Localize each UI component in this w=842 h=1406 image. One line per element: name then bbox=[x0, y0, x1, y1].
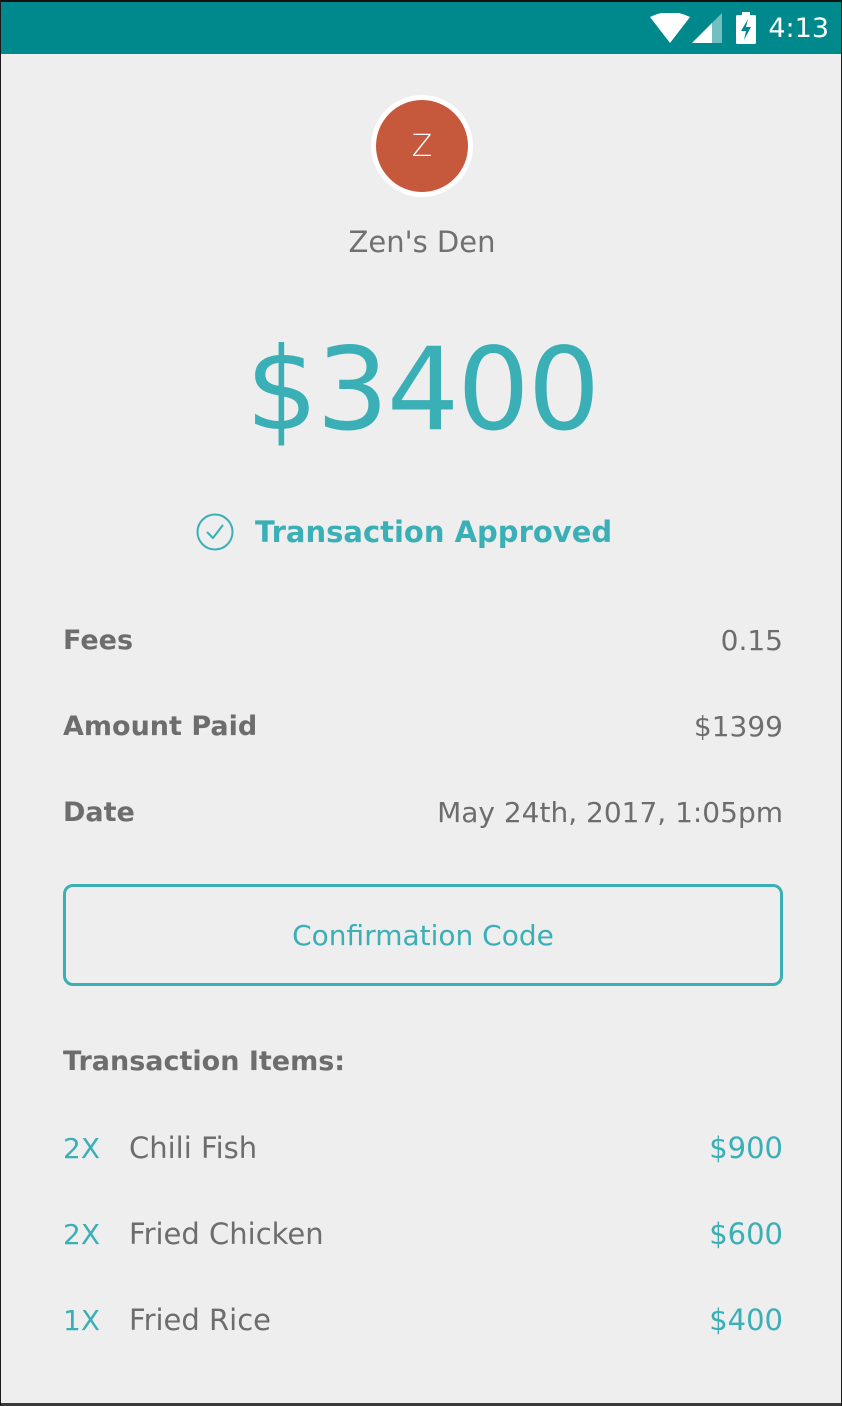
list-item: 2X Chili Fish $900 bbox=[63, 1126, 783, 1170]
item-name: Chili Fish bbox=[129, 1131, 258, 1165]
avatar-initial: Z bbox=[376, 100, 468, 192]
confirmation-code-label: Confirmation Code bbox=[292, 918, 554, 952]
battery-charging-icon bbox=[736, 12, 757, 44]
item-name: Fried Chicken bbox=[129, 1217, 324, 1251]
fees-row: Fees 0.15 bbox=[63, 620, 783, 660]
check-circle-icon bbox=[196, 513, 234, 551]
fees-value: 0.15 bbox=[720, 623, 783, 657]
amount-paid-label: Amount Paid bbox=[63, 710, 258, 742]
item-quantity: 2X bbox=[63, 1217, 100, 1251]
transaction-status: Transaction Approved bbox=[195, 512, 612, 552]
list-item: 1X Fried Rice $400 bbox=[63, 1298, 783, 1342]
amount-paid-value: $1399 bbox=[693, 709, 783, 743]
merchant-name: Zen's Den bbox=[348, 225, 496, 259]
date-label: Date bbox=[63, 796, 135, 828]
date-value: May 24th, 2017, 1:05pm bbox=[437, 795, 783, 829]
item-price: $400 bbox=[709, 1303, 783, 1337]
confirmation-code-button[interactable]: Confirmation Code bbox=[63, 884, 783, 986]
status-text: Transaction Approved bbox=[255, 515, 613, 549]
item-quantity: 1X bbox=[63, 1303, 100, 1337]
transaction-amount: $3400 bbox=[245, 323, 601, 456]
item-price: $600 bbox=[709, 1217, 783, 1251]
date-row: Date May 24th, 2017, 1:05pm bbox=[63, 792, 783, 832]
signal-icon bbox=[692, 13, 723, 43]
status-time: 4:13 bbox=[768, 12, 829, 44]
item-name: Fried Rice bbox=[129, 1303, 272, 1337]
list-item: 2X Fried Chicken $600 bbox=[63, 1212, 783, 1256]
merchant-avatar: Z bbox=[371, 95, 473, 197]
wifi-icon bbox=[650, 13, 691, 43]
amount-paid-row: Amount Paid $1399 bbox=[63, 706, 783, 746]
transaction-detail-screen: 4:13 Z Zen's Den $3400 Transaction Appro… bbox=[1, 0, 841, 1406]
status-icons: 4:13 bbox=[650, 2, 829, 54]
item-quantity: 2X bbox=[63, 1131, 100, 1165]
transaction-items-heading: Transaction Items: bbox=[63, 1046, 346, 1077]
status-bar: 4:13 bbox=[1, 0, 841, 54]
item-price: $900 bbox=[709, 1131, 783, 1165]
fees-label: Fees bbox=[63, 624, 134, 656]
